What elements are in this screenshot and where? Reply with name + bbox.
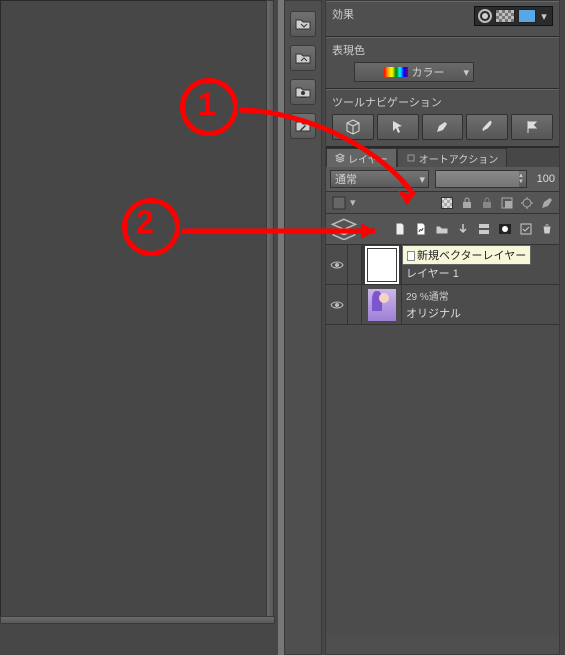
layer-row[interactable]: 29 %通常 オリジナル xyxy=(326,285,559,325)
visibility-toggle[interactable] xyxy=(326,245,348,284)
trash-icon xyxy=(540,222,554,236)
opacity-slider[interactable]: ▲▼ xyxy=(435,170,527,188)
canvas-area[interactable] xyxy=(0,0,270,618)
mask-button[interactable] xyxy=(497,221,513,237)
layer-name: オリジナル xyxy=(406,305,555,321)
down-arrow-icon xyxy=(456,222,470,236)
layer-list: 新規ベクターレイヤー レイヤー 1 29 %通常 オリジナル xyxy=(326,245,559,635)
display-color-section: 表現色 カラー ▾ xyxy=(326,37,559,89)
light-icon xyxy=(520,196,534,210)
effects-title: 効果 xyxy=(332,9,354,21)
lock-all-button[interactable] xyxy=(478,194,495,211)
draft-button[interactable] xyxy=(538,194,555,211)
layer-list-empty[interactable] xyxy=(326,325,559,635)
apply-mask-button[interactable] xyxy=(518,221,534,237)
layer-name: レイヤー 1 xyxy=(406,265,555,281)
dock-column xyxy=(284,0,322,655)
effects-section: 効果 ▾ xyxy=(326,1,559,37)
apply-icon xyxy=(519,222,533,236)
page-vector-icon xyxy=(414,222,428,236)
effects-options: ▾ xyxy=(474,6,553,26)
chevron-down-icon: ▾ xyxy=(463,66,469,79)
effect-color-swatch[interactable] xyxy=(518,9,536,23)
toolnav-flag-button[interactable] xyxy=(511,114,553,140)
clip-button[interactable] xyxy=(498,194,515,211)
mask-icon xyxy=(498,222,512,236)
page-icon xyxy=(407,251,415,261)
layer-info[interactable]: 新規ベクターレイヤー レイヤー 1 xyxy=(402,245,559,284)
opacity-value: 100 xyxy=(533,173,555,185)
page-icon xyxy=(393,222,407,236)
new-raster-layer-button[interactable] xyxy=(392,221,408,237)
canvas-scrollbar-h[interactable] xyxy=(0,616,275,624)
folder-arrow-icon xyxy=(295,16,311,32)
layer-blend-info: 29 %通常 xyxy=(406,288,555,303)
pen-icon xyxy=(434,119,450,135)
display-color-dropdown[interactable]: カラー ▾ xyxy=(354,62,474,82)
folder-arrow-icon xyxy=(295,50,311,66)
visibility-toggle[interactable] xyxy=(326,285,348,324)
clip-icon xyxy=(500,196,514,210)
lock-alpha-icon xyxy=(460,196,474,210)
lock-transparent-button[interactable] xyxy=(458,194,475,211)
tooltip: 新規ベクターレイヤー xyxy=(402,245,531,265)
layer-link-cell[interactable] xyxy=(348,285,362,324)
stepper-icon: ▲▼ xyxy=(518,173,524,185)
delete-layer-button[interactable] xyxy=(539,221,555,237)
layer-row[interactable]: 新規ベクターレイヤー レイヤー 1 xyxy=(326,245,559,285)
annotation-arrow-2 xyxy=(180,216,390,246)
toolnav-brush-button[interactable] xyxy=(466,114,508,140)
eye-icon xyxy=(330,300,344,310)
new-vector-layer-button[interactable] xyxy=(413,221,429,237)
flag-icon xyxy=(524,119,540,135)
folder-person-icon xyxy=(295,84,311,100)
layer-link-cell[interactable] xyxy=(348,245,362,284)
right-panel: 効果 ▾ 表現色 カラー ▾ ツールナビゲーション xyxy=(325,0,560,655)
folder-icon xyxy=(435,222,449,236)
layer-info[interactable]: 29 %通常 オリジナル xyxy=(402,285,559,324)
effect-none-radio[interactable] xyxy=(478,9,492,23)
folder-tool-b[interactable] xyxy=(290,45,316,71)
layer-thumbnail[interactable] xyxy=(368,249,396,281)
layer-thumbnail[interactable] xyxy=(368,289,396,321)
reference-button[interactable] xyxy=(518,194,535,211)
canvas-scrollbar-v[interactable] xyxy=(266,0,274,618)
lock-icon xyxy=(480,196,494,210)
merge-down-button[interactable] xyxy=(476,221,492,237)
checker-icon xyxy=(441,197,453,209)
rainbow-swatch-icon xyxy=(384,67,408,77)
layer-opt-checker[interactable] xyxy=(438,194,455,211)
display-color-value: カラー xyxy=(412,64,445,80)
merge-icon xyxy=(477,222,491,236)
eye-icon xyxy=(330,260,344,270)
chevron-down-icon[interactable]: ▾ xyxy=(539,9,549,23)
tab-autoaction-label: オートアクション xyxy=(419,151,499,166)
transfer-down-button[interactable] xyxy=(455,221,471,237)
display-color-title: 表現色 xyxy=(332,42,553,58)
toolnav-pen-button[interactable] xyxy=(422,114,464,140)
effect-checker-icon[interactable] xyxy=(495,9,515,23)
folder-tool-a[interactable] xyxy=(290,11,316,37)
annotation-arrow-1 xyxy=(234,100,424,210)
brush-icon xyxy=(479,119,495,135)
new-folder-button[interactable] xyxy=(434,221,450,237)
pencil-sm-icon xyxy=(540,196,554,210)
